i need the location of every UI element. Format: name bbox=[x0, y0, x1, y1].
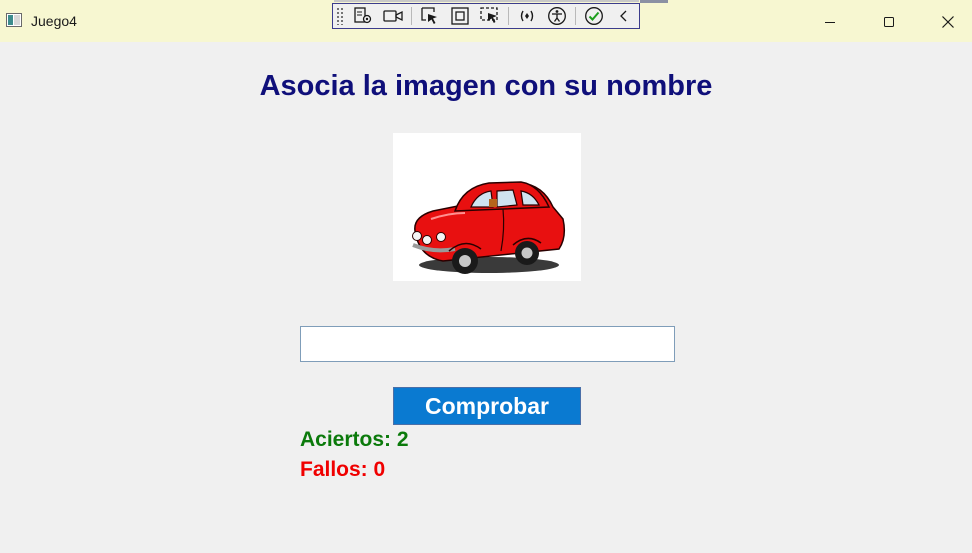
collapse-icon bbox=[620, 10, 627, 22]
minimize-button[interactable] bbox=[807, 8, 853, 36]
display-layout-adorners-icon bbox=[451, 7, 469, 25]
hot-reload-button[interactable] bbox=[516, 6, 538, 26]
close-button[interactable] bbox=[925, 8, 971, 36]
track-focused-element-button[interactable] bbox=[479, 6, 501, 26]
track-focused-element-icon bbox=[480, 7, 498, 23]
toolbar-separator bbox=[411, 7, 412, 25]
toolbar-accent bbox=[640, 0, 668, 3]
maximize-button[interactable] bbox=[866, 8, 912, 36]
live-visual-tree-icon bbox=[354, 7, 372, 24]
app-icon bbox=[6, 13, 22, 27]
game-title: Asocia la imagen con su nombre bbox=[259, 70, 713, 102]
close-icon bbox=[942, 16, 954, 28]
window-title: Juego4 bbox=[31, 13, 77, 29]
xaml-debug-toolbar bbox=[332, 3, 640, 29]
select-element-button[interactable] bbox=[419, 6, 441, 26]
live-visual-tree-button[interactable] bbox=[352, 6, 374, 26]
binding-check-icon bbox=[585, 7, 603, 25]
toolbar-grip-icon[interactable] bbox=[336, 7, 344, 25]
accessibility-button[interactable] bbox=[546, 6, 568, 26]
record-button[interactable] bbox=[382, 6, 404, 26]
record-icon bbox=[383, 10, 403, 22]
maximize-icon bbox=[884, 17, 894, 27]
collapse-toolbar-button[interactable] bbox=[613, 6, 635, 26]
binding-check-button[interactable] bbox=[583, 6, 605, 26]
minimize-icon bbox=[825, 22, 835, 23]
hot-reload-icon bbox=[520, 10, 534, 22]
check-button[interactable]: Comprobar bbox=[393, 387, 581, 425]
fails-counter: Fallos: 0 bbox=[300, 458, 386, 481]
game-image bbox=[393, 133, 581, 281]
red-car-image bbox=[412, 181, 566, 274]
toolbar-separator bbox=[575, 7, 576, 25]
accessibility-icon bbox=[548, 7, 566, 25]
select-element-icon bbox=[421, 7, 437, 24]
toolbar-top-edge bbox=[334, 0, 639, 2]
hits-counter: Aciertos: 2 bbox=[300, 428, 409, 451]
display-layout-adorners-button[interactable] bbox=[449, 6, 471, 26]
answer-input[interactable] bbox=[300, 326, 675, 362]
toolbar-separator bbox=[508, 7, 509, 25]
